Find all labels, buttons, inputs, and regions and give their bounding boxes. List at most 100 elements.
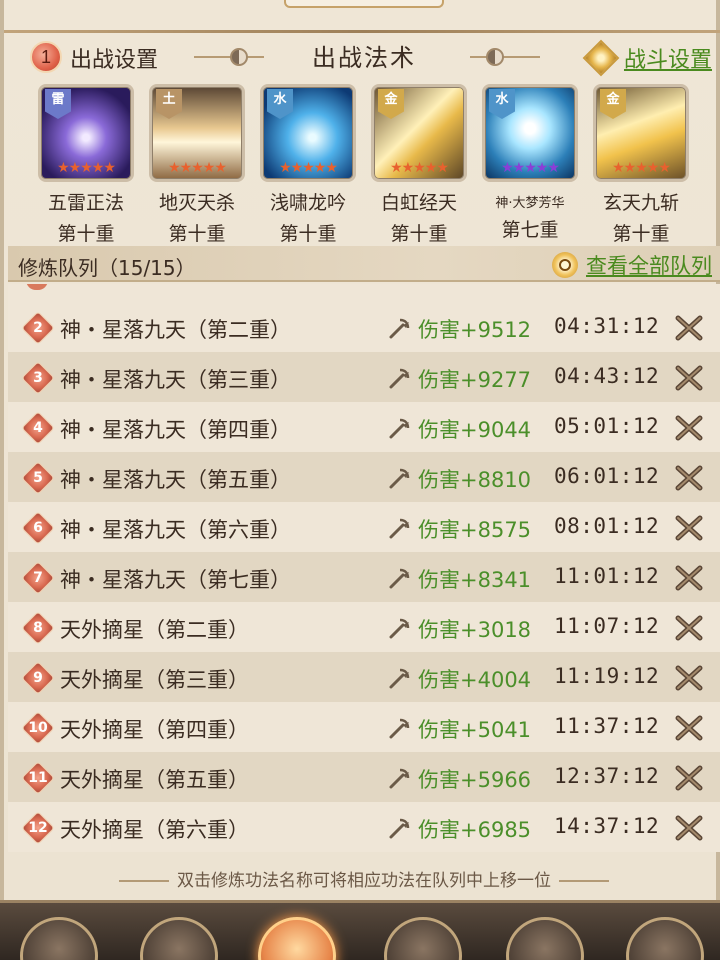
technique-name[interactable]: 天外摘星（第六重）: [60, 814, 249, 844]
queue-number: 9: [33, 670, 43, 686]
top-tab: [284, 0, 444, 8]
technique-name[interactable]: 神・星落九天（第六重）: [60, 514, 291, 544]
time-value: 11:37:12: [554, 714, 660, 738]
nav-button[interactable]: [140, 917, 218, 960]
element-tag: 水: [489, 89, 515, 119]
battle-settings-button[interactable]: 战斗设置: [582, 39, 712, 77]
time-value: 14:37:12: [554, 814, 660, 838]
queue-number: 3: [33, 370, 43, 386]
queue-number: 8: [33, 620, 43, 636]
damage-icon: [389, 718, 410, 739]
spell-slot[interactable]: 雷 ★★★★★ 五雷正法 第十重: [34, 84, 138, 246]
element-tag: 水: [267, 89, 293, 119]
battle-settings-label[interactable]: 战斗设置: [624, 42, 712, 74]
table-row[interactable]: 2 神・星落九天（第二重） 伤害+9512 04:31:12: [8, 302, 720, 352]
table-row[interactable]: 11 天外摘星（第五重） 伤害+5966 12:37:12: [8, 752, 720, 802]
damage-icon: [389, 468, 410, 489]
remove-icon[interactable]: [674, 364, 704, 392]
view-all-label[interactable]: 查看全部队列: [586, 250, 712, 280]
spell-card[interactable]: 水 ★★★★★: [482, 84, 578, 182]
spell-slot[interactable]: 水 ★★★★★ 浅啸龙吟 第十重: [256, 84, 360, 246]
technique-name[interactable]: 神・星落九天（第三重）: [60, 364, 291, 394]
remove-icon[interactable]: [674, 564, 704, 592]
queue-number: 2: [33, 320, 43, 336]
queue-number-badge: 7: [21, 561, 55, 595]
nav-button[interactable]: [384, 917, 462, 960]
spell-slot[interactable]: 金 ★★★★★ 玄天九斩 第十重: [589, 84, 693, 246]
nav-button[interactable]: [506, 917, 584, 960]
table-row[interactable]: 3 神・星落九天（第三重） 伤害+9277 04:43:12: [8, 352, 720, 402]
time-value: 05:01:12: [554, 414, 660, 438]
time-value: 04:31:12: [554, 314, 660, 338]
spell-rank: 第十重: [168, 223, 226, 245]
queue-number-badge: 9: [21, 661, 55, 695]
table-row[interactable]: 7 神・星落九天（第七重） 伤害+8341 11:01:12: [8, 552, 720, 602]
technique-name[interactable]: 天外摘星（第二重）: [60, 614, 249, 644]
remove-icon[interactable]: [674, 814, 704, 842]
header: 1 出战设置 出战法术 战斗设置: [4, 34, 720, 78]
remove-icon[interactable]: [674, 464, 704, 492]
table-row[interactable]: 8 天外摘星（第二重） 伤害+3018 11:07:12: [8, 602, 720, 652]
technique-name[interactable]: 神・星落九天（第七重）: [60, 564, 291, 594]
queue-number-badge: 11: [21, 761, 55, 795]
damage-icon: [389, 668, 410, 689]
nav-button-active[interactable]: [258, 917, 336, 960]
technique-name[interactable]: 神・星落九天（第二重）: [60, 314, 291, 344]
damage-value: 伤害+5966: [418, 768, 532, 792]
technique-name[interactable]: 神・星落九天（第四重）: [60, 414, 291, 444]
damage-icon: [389, 568, 410, 589]
list-item-partial: [8, 284, 720, 302]
remove-icon[interactable]: [674, 614, 704, 642]
table-row[interactable]: 9 天外摘星（第三重） 伤害+4004 11:19:12: [8, 652, 720, 702]
nav-button[interactable]: [626, 917, 704, 960]
spell-rank: 第十重: [57, 223, 115, 245]
spell-name: 浅啸龙吟: [269, 192, 346, 214]
remove-icon[interactable]: [674, 664, 704, 692]
spell-card[interactable]: 金 ★★★★★: [371, 84, 467, 182]
table-row[interactable]: 10 天外摘星（第四重） 伤害+5041 11:37:12: [8, 702, 720, 752]
damage-value: 伤害+9277: [418, 368, 532, 392]
damage-icon: [389, 768, 410, 789]
view-all-queue-button[interactable]: 查看全部队列: [552, 250, 712, 280]
remove-icon[interactable]: [674, 514, 704, 542]
star-rating: ★★★★★: [390, 160, 449, 176]
spell-name: 白虹经天: [380, 192, 457, 214]
queue-number: 7: [33, 570, 43, 586]
remove-icon[interactable]: [674, 764, 704, 792]
spell-card[interactable]: 土 ★★★★★: [149, 84, 245, 182]
spell-slot[interactable]: 水 ★★★★★ 神·大梦芳华 第七重: [478, 84, 582, 242]
search-icon: [552, 252, 578, 278]
element-tag: 金: [378, 89, 404, 119]
nav-button[interactable]: [20, 917, 98, 960]
queue-number: 5: [33, 470, 43, 486]
remove-icon[interactable]: [674, 414, 704, 442]
queue-number: 6: [33, 520, 43, 536]
ornament-right-icon: [450, 48, 540, 66]
table-row[interactable]: 12 天外摘星（第六重） 伤害+6985 14:37:12: [8, 802, 720, 852]
technique-name[interactable]: 天外摘星（第三重）: [60, 664, 249, 694]
table-row[interactable]: 4 神・星落九天（第四重） 伤害+9044 05:01:12: [8, 402, 720, 452]
spell-card[interactable]: 金 ★★★★★: [593, 84, 689, 182]
star-rating: ★★★★★: [57, 160, 116, 176]
spell-card[interactable]: 水 ★★★★★: [260, 84, 356, 182]
training-queue-list[interactable]: 2 神・星落九天（第二重） 伤害+9512 04:31:12 3 神・星落九天（第三重） 伤…: [8, 284, 720, 856]
technique-name[interactable]: 天外摘星（第四重）: [60, 714, 249, 744]
table-row[interactable]: 5 神・星落九天（第五重） 伤害+8810 06:01:12: [8, 452, 720, 502]
panel-frame: 1 出战设置 出战法术 战斗设置 雷 ★★★★★ 五雷正法 第十重 土 ★★★★…: [0, 0, 720, 900]
queue-number: 12: [28, 820, 48, 836]
queue-number: 10: [28, 720, 48, 736]
queue-number-badge: 2: [21, 311, 55, 345]
spell-card[interactable]: 雷 ★★★★★: [38, 84, 134, 182]
hint-label: 双击修炼功法名称可将相应功法在队列中上移一位: [177, 871, 551, 891]
damage-value: 伤害+5041: [418, 718, 532, 742]
remove-icon[interactable]: [674, 714, 704, 742]
queue-title: 修炼队列（15/15）: [18, 256, 196, 280]
remove-icon[interactable]: [674, 314, 704, 342]
table-row[interactable]: 6 神・星落九天（第六重） 伤害+8575 08:01:12: [8, 502, 720, 552]
queue-number: 11: [28, 770, 48, 786]
technique-name[interactable]: 天外摘星（第五重）: [60, 764, 249, 794]
spell-slot[interactable]: 土 ★★★★★ 地灭天杀 第十重: [145, 84, 249, 246]
spell-slot[interactable]: 金 ★★★★★ 白虹经天 第十重: [367, 84, 471, 246]
damage-value: 伤害+8341: [418, 568, 532, 592]
technique-name[interactable]: 神・星落九天（第五重）: [60, 464, 291, 494]
